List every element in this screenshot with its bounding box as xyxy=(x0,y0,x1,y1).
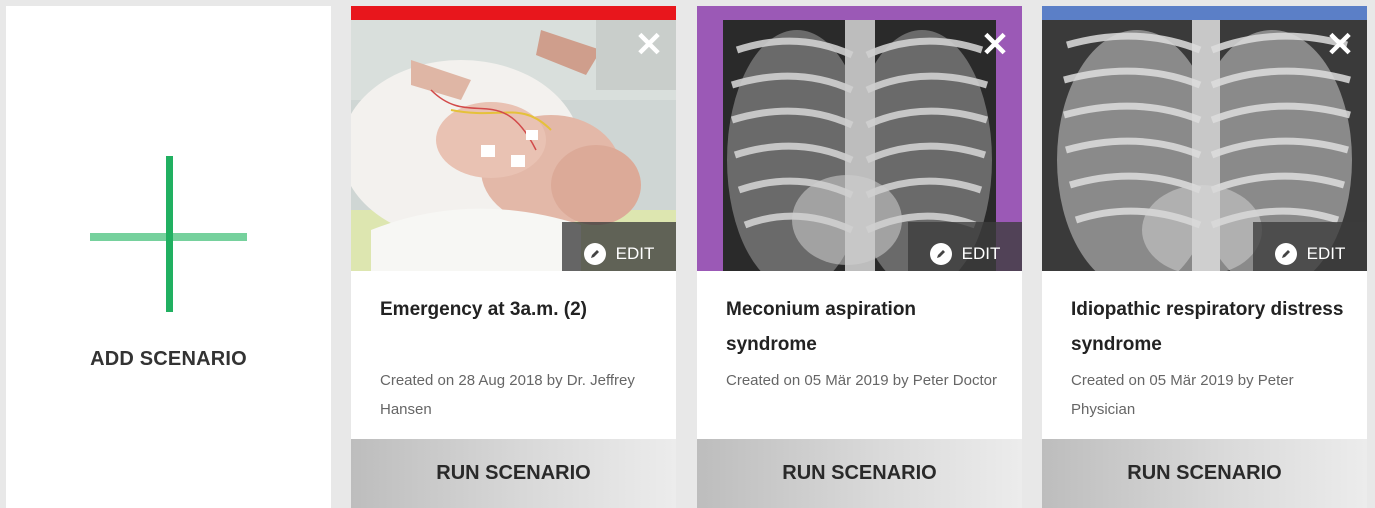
pencil-icon xyxy=(583,242,606,265)
edit-button[interactable]: EDIT xyxy=(562,222,676,271)
card-accent-bar xyxy=(1042,6,1367,20)
card-accent-bar xyxy=(697,6,1022,20)
close-icon[interactable]: ✕ xyxy=(632,28,666,62)
pencil-icon xyxy=(929,242,952,265)
scenario-title: Meconium aspiration syndrome xyxy=(726,299,917,355)
scenario-card: EDIT ✕ Idiopathic respiratory distress s… xyxy=(1042,6,1367,508)
run-scenario-button[interactable]: RUN SCENARIO xyxy=(697,439,1022,508)
scenario-title: Idiopathic respiratory distress syndrome xyxy=(1071,299,1344,355)
scenario-card: EDIT ✕ Emergency at 3a.m. (2) Created on… xyxy=(351,6,676,508)
scenario-image: EDIT xyxy=(1042,20,1367,271)
edit-label: EDIT xyxy=(961,243,1001,263)
scenario-image: EDIT xyxy=(697,20,1022,271)
close-icon[interactable]: ✕ xyxy=(1323,28,1357,62)
scenario-image: EDIT xyxy=(351,20,676,271)
add-scenario-label: ADD SCENARIO xyxy=(90,348,247,370)
edit-label: EDIT xyxy=(615,243,655,263)
close-icon[interactable]: ✕ xyxy=(978,28,1012,62)
scenario-title: Emergency at 3a.m. (2) xyxy=(380,299,587,320)
pencil-icon xyxy=(1274,242,1297,265)
edit-button[interactable]: EDIT xyxy=(1253,222,1367,271)
scenario-card: EDIT ✕ Meconium aspiration syndrome Crea… xyxy=(697,6,1022,508)
plus-icon-center xyxy=(166,233,173,241)
run-scenario-button[interactable]: RUN SCENARIO xyxy=(351,439,676,508)
card-accent-bar xyxy=(351,6,676,20)
scenario-meta: Created on 05 Mär 2019 by Peter Physicia… xyxy=(1071,372,1294,418)
edit-label: EDIT xyxy=(1306,243,1346,263)
scenario-meta: Created on 28 Aug 2018 by Dr. Jeffrey Ha… xyxy=(380,372,635,418)
add-scenario-card[interactable]: ADD SCENARIO xyxy=(6,6,331,508)
scenario-meta: Created on 05 Mär 2019 by Peter Doctor xyxy=(726,372,997,389)
run-scenario-button[interactable]: RUN SCENARIO xyxy=(1042,439,1367,508)
edit-button[interactable]: EDIT xyxy=(908,222,1022,271)
